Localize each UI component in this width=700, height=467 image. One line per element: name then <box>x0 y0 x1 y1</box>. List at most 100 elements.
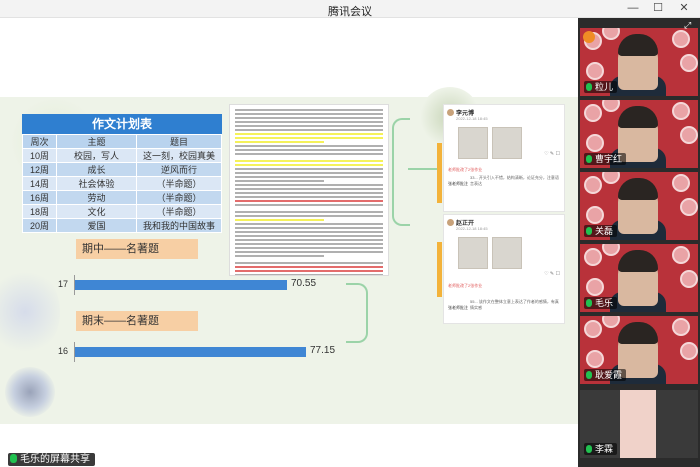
essay-thumbnail[interactable] <box>458 127 488 159</box>
participant-name: 毛乐 <box>595 298 614 308</box>
avatar <box>447 219 454 226</box>
plan-cell: （半命题） <box>136 204 222 219</box>
document-text-line <box>235 262 383 264</box>
participant-hair <box>618 106 658 128</box>
participant-name-tag: 粒儿 <box>584 81 618 93</box>
plan-cell: （半命题） <box>136 176 222 191</box>
plan-cell: （半命题） <box>136 190 222 205</box>
plan-cell: 文化 <box>56 204 137 219</box>
card-marker <box>437 143 442 203</box>
comment-card[interactable]: 李元博 2022-12-18 18:45 ♡ ✎ ☐ 老师批改了2张作业 张老师… <box>443 104 565 212</box>
lantern-decoration <box>672 246 690 264</box>
participant-tile[interactable]: 粒儿 <box>580 28 698 96</box>
document-text-line <box>235 109 383 111</box>
document-text-line <box>235 243 383 245</box>
document-text-line <box>235 180 324 182</box>
lantern-decoration <box>584 104 602 122</box>
document-text-line <box>235 196 383 198</box>
flower-decoration <box>5 367 55 417</box>
bar-row-final: 16 77.15 <box>50 342 350 362</box>
participant-tile[interactable]: 曹宇红 <box>580 100 698 168</box>
comment-card[interactable]: 赵正开 2022-12-18 18:45 ♡ ✎ ☐ 老师批改了2张作业 张老师… <box>443 214 565 324</box>
card-actions-icon[interactable]: ♡ ✎ ☐ <box>544 271 560 277</box>
essay-thumbnail[interactable] <box>458 237 488 269</box>
teacher-comment-text: 55... 该作文在整体立意上表达了作者的感情，有真情实感 <box>470 299 559 310</box>
document-text-line <box>235 113 383 115</box>
card-actions-icon[interactable]: ♡ ✎ ☐ <box>544 151 560 157</box>
plan-header-theme: 主题 <box>56 134 137 149</box>
lantern-decoration <box>680 126 698 144</box>
document-text-line <box>235 117 383 119</box>
card-date: 2022-12-18 18:45 <box>456 116 488 121</box>
minimize-button[interactable]: — <box>626 2 640 15</box>
participant-name: 关磊 <box>595 226 614 236</box>
bar-fill <box>75 280 287 290</box>
participant-name: 曹宇红 <box>595 154 623 164</box>
document-text-line <box>235 247 383 249</box>
document-text-line <box>235 192 383 194</box>
participant-hair <box>618 178 658 200</box>
lantern-decoration <box>680 54 698 72</box>
participant-tile[interactable]: 关磊 <box>580 172 698 240</box>
document-text-line <box>235 121 383 123</box>
document-text-line <box>235 172 383 174</box>
close-button[interactable]: ✕ <box>677 2 691 15</box>
teacher-note-text: 老师批改了2张作业 <box>448 167 483 172</box>
participant-name: 耿爱霞 <box>595 370 623 380</box>
document-text-line <box>235 184 383 186</box>
mindmap-connector <box>408 168 438 170</box>
document-text-line <box>235 125 383 127</box>
plan-cell: 社会体验 <box>56 176 137 191</box>
document-text-line <box>235 223 383 225</box>
mic-icon <box>586 371 592 379</box>
bar-value-label: 70.55 <box>291 278 317 289</box>
final-label: 期末——名著题 <box>76 311 198 331</box>
teacher-note-text: 老师批改了2张作业 <box>448 283 483 288</box>
lantern-decoration <box>586 134 604 152</box>
plan-header-topic: 题目 <box>136 134 222 149</box>
table-row: 16周 劳动 （半命题） <box>22 190 222 205</box>
participant-name-tag: 曹宇红 <box>584 153 627 165</box>
bar-category-label: 17 <box>58 279 69 289</box>
essay-thumbnail[interactable] <box>492 237 522 269</box>
teacher-note: 老师批改了2张作业 <box>448 167 482 173</box>
bar-category-label: 16 <box>58 346 69 356</box>
card-marker <box>437 242 442 297</box>
document-text-line <box>235 231 383 233</box>
maximize-button[interactable]: ☐ <box>651 2 665 15</box>
plan-cell: 14周 <box>22 176 57 191</box>
plan-cell: 校园，写人 <box>56 148 137 163</box>
participant-name-tag: 关磊 <box>584 225 618 237</box>
document-text-line <box>235 219 324 221</box>
plan-cell: 这一刻，校园真美 <box>136 148 222 163</box>
document-text-line <box>235 145 383 147</box>
lantern-decoration <box>586 206 604 224</box>
layout-toggle-icon[interactable]: ⤢ <box>684 20 691 31</box>
participant-tile[interactable]: 耿爱霞 <box>580 316 698 384</box>
mic-icon <box>586 445 592 453</box>
plan-table-title: 作文计划表 <box>22 114 222 134</box>
plan-header-week: 周次 <box>22 134 57 149</box>
essay-thumbnail[interactable] <box>492 127 522 159</box>
midterm-label: 期中——名著题 <box>76 239 198 259</box>
shared-screen: 作文计划表 周次 主题 题目 10周 校园，写人 这一刻，校园真美 12周 成长… <box>0 18 578 450</box>
lantern-decoration <box>672 174 690 192</box>
plan-cell: 劳动 <box>56 190 137 205</box>
mindmap-connector <box>392 118 410 226</box>
lantern-decoration <box>672 30 690 48</box>
document-text-line <box>235 251 383 253</box>
document-text-line <box>235 266 383 268</box>
plan-cell: 爱国 <box>56 218 137 233</box>
plan-cell: 18周 <box>22 204 57 219</box>
participant-tile[interactable]: 李霖 <box>580 390 698 458</box>
plan-cell: 20周 <box>22 218 57 233</box>
document-text-line <box>235 164 383 166</box>
screen-share-text: 毛乐的屏幕共享 <box>20 454 90 465</box>
plan-cell: 16周 <box>22 190 57 205</box>
mic-icon <box>586 227 592 235</box>
participant-tile[interactable]: 毛乐 <box>580 244 698 312</box>
document-text-line <box>235 200 383 202</box>
lantern-decoration <box>672 318 690 336</box>
document-text-line <box>235 137 383 139</box>
plan-table-header-row: 周次 主题 题目 <box>22 134 222 149</box>
